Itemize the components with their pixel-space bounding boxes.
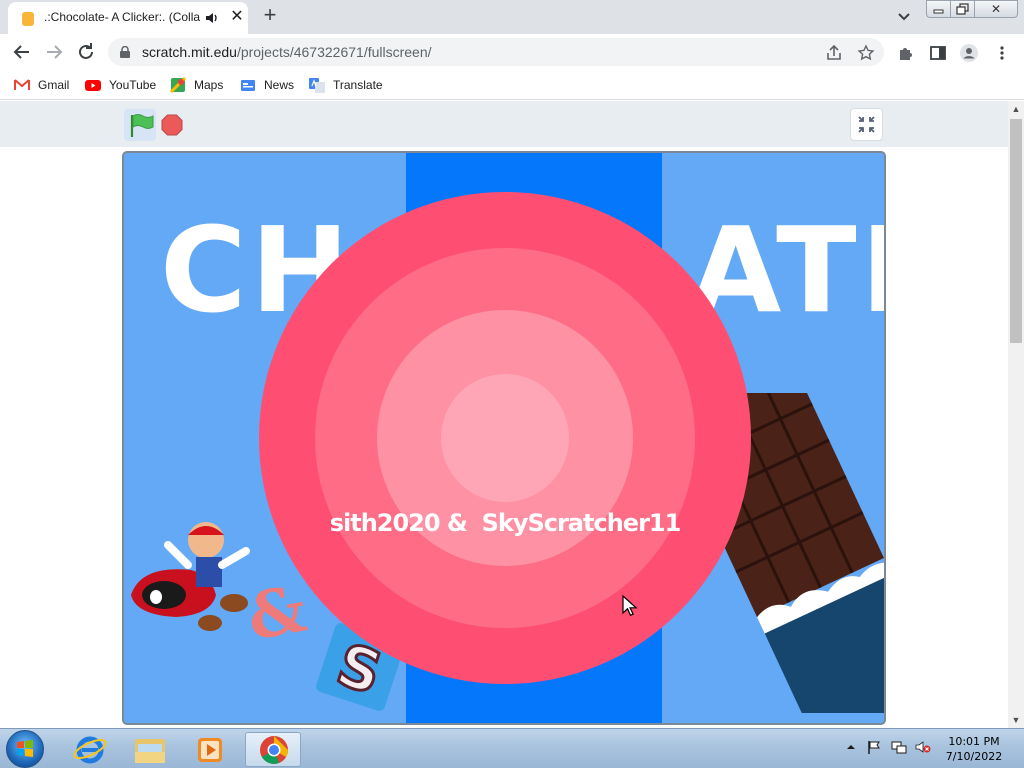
network-icon[interactable] — [891, 739, 907, 755]
taskbar-file-explorer[interactable] — [122, 732, 178, 767]
scroll-thumb[interactable] — [1010, 119, 1022, 343]
restore-button[interactable] — [950, 0, 974, 18]
share-icon[interactable] — [825, 44, 843, 62]
bookmarks-bar: Gmail YouTube Maps News Translate — [0, 70, 1024, 100]
window-close-button[interactable]: ✕ — [974, 0, 1018, 18]
extensions-puzzle-icon[interactable] — [897, 44, 915, 62]
browser-tab[interactable]: .:Chocolate- A Clicker:. (Colla ✕ — [8, 2, 248, 34]
green-flag-icon — [130, 114, 154, 137]
action-center-flag-icon[interactable] — [866, 739, 882, 755]
folder-icon — [135, 739, 165, 763]
back-arrow-icon[interactable] — [10, 40, 34, 64]
shrink-icon — [858, 116, 875, 133]
credits-text: sith2020 & SkyScratcher11 — [329, 509, 682, 537]
url-text[interactable]: scratch.mit.edu/projects/467322671/fulls… — [142, 44, 432, 60]
tab-close-icon[interactable]: ✕ — [228, 8, 246, 26]
window-controls: ✕ — [926, 0, 1018, 18]
bookmark-maps[interactable]: Maps — [170, 76, 223, 94]
page-scrollbar[interactable]: ▲ ▼ — [1008, 101, 1024, 728]
tab-strip: .:Chocolate- A Clicker:. (Colla ✕ + ✕ — [0, 0, 1024, 34]
project-stage[interactable]: CHO ATE — [122, 151, 886, 725]
system-clock[interactable]: 10:01 PM 7/10/2022 — [942, 734, 1006, 764]
profile-avatar-icon[interactable] — [960, 44, 978, 62]
internet-explorer-icon — [73, 736, 107, 764]
mouse-cursor-icon — [622, 595, 638, 617]
start-button[interactable] — [6, 730, 44, 768]
bookmark-label: News — [264, 78, 295, 92]
tab-audio-icon[interactable] — [204, 10, 220, 26]
windows-logo-icon — [17, 740, 33, 757]
clock-date: 7/10/2022 — [945, 750, 1003, 763]
url-path: /projects/467322671/fullscreen/ — [236, 44, 432, 60]
youtube-icon — [85, 80, 101, 91]
taskbar-internet-explorer[interactable] — [62, 732, 118, 767]
scratch-page: CHO ATE — [0, 101, 1008, 728]
gmail-icon — [14, 79, 30, 90]
bookmark-youtube[interactable]: YouTube — [85, 76, 156, 94]
clock-time: 10:01 PM — [948, 735, 1000, 748]
exit-fullscreen-button[interactable] — [850, 108, 883, 141]
stop-button[interactable] — [160, 113, 184, 137]
scroll-up-arrow-icon[interactable]: ▲ — [1008, 101, 1024, 117]
pink-target-button[interactable] — [258, 191, 752, 685]
green-flag-button[interactable] — [124, 109, 156, 141]
volume-muted-icon[interactable] — [915, 739, 931, 755]
desktop: .:Chocolate- A Clicker:. (Colla ✕ + ✕ sc… — [0, 0, 1024, 768]
side-panel-icon[interactable] — [929, 44, 947, 62]
url-host: scratch.mit.edu — [142, 44, 237, 60]
reload-icon[interactable] — [74, 40, 98, 64]
show-hidden-icons-arrow-icon[interactable] — [843, 739, 859, 755]
bookmark-label: Translate — [333, 78, 383, 92]
bookmark-label: Gmail — [38, 78, 70, 92]
new-tab-button[interactable]: + — [258, 4, 282, 28]
bookmark-label: Maps — [194, 78, 224, 92]
bookmark-star-icon[interactable] — [857, 44, 875, 62]
bookmark-translate[interactable]: Translate — [309, 76, 383, 94]
minimize-button[interactable] — [926, 0, 950, 18]
stage-header — [0, 101, 1008, 147]
scratch-favicon-icon — [22, 12, 34, 26]
target-center — [441, 374, 569, 502]
translate-icon — [309, 78, 325, 93]
maps-icon — [170, 77, 186, 93]
forward-arrow-icon[interactable] — [42, 40, 66, 64]
mario-sprite — [131, 522, 250, 631]
taskbar: 10:01 PM 7/10/2022 — [0, 728, 1024, 768]
lock-icon[interactable] — [120, 46, 130, 58]
more-menu-icon[interactable] — [993, 44, 1011, 62]
scroll-down-arrow-icon[interactable]: ▼ — [1008, 712, 1024, 728]
bookmark-gmail[interactable]: Gmail — [14, 76, 69, 94]
news-icon — [241, 80, 255, 91]
tab-title: .:Chocolate- A Clicker:. (Colla — [44, 10, 200, 24]
chrome-icon — [260, 736, 288, 764]
taskbar-media-player[interactable] — [182, 732, 238, 767]
media-player-icon — [198, 738, 222, 762]
taskbar-chrome[interactable] — [245, 732, 301, 767]
bookmark-label: YouTube — [109, 78, 157, 92]
tab-search-icon[interactable] — [894, 8, 914, 26]
bookmark-news[interactable]: News — [240, 76, 294, 94]
